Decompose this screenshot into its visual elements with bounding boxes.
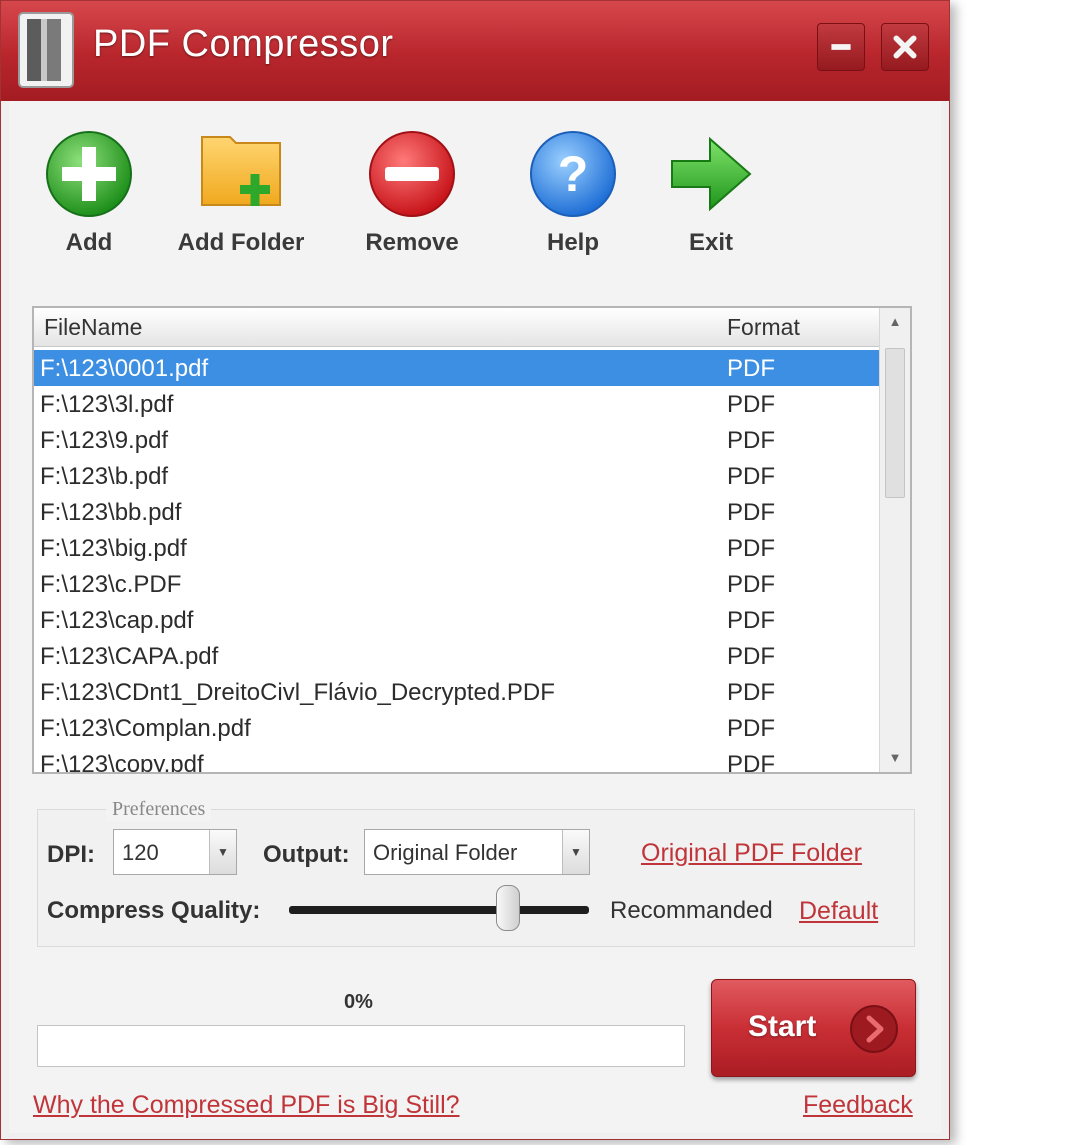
add-label: Add <box>65 229 113 256</box>
quality-hint: Recommanded <box>610 897 773 924</box>
output-value: Original Folder <box>373 840 518 865</box>
column-header-format[interactable]: Format <box>727 314 800 341</box>
table-row[interactable]: F:\123\big.pdf PDF <box>34 530 880 566</box>
table-row[interactable]: F:\123\Complan.pdf PDF <box>34 710 880 746</box>
close-icon <box>893 35 917 59</box>
chevron-down-icon[interactable]: ▼ <box>209 830 236 874</box>
output-label: Output: <box>263 841 350 868</box>
file-format-cell: PDF <box>727 535 775 562</box>
table-row[interactable]: F:\123\bb.pdf PDF <box>34 494 880 530</box>
help-icon: ? <box>530 131 616 217</box>
vertical-scrollbar[interactable]: ▲ ▼ <box>879 308 910 772</box>
add-icon <box>46 131 132 217</box>
file-name-cell: F:\123\CDnt1_DreitoCivl_Flávio_Decrypted… <box>40 679 555 706</box>
table-row[interactable]: F:\123\copy.pdf PDF <box>34 746 880 774</box>
file-format-cell: PDF <box>727 463 775 490</box>
default-link[interactable]: Default <box>799 897 878 926</box>
window-title: PDF Compressor <box>93 23 394 65</box>
table-row[interactable]: F:\123\b.pdf PDF <box>34 458 880 494</box>
add-folder-icon <box>201 136 281 206</box>
svg-text:?: ? <box>558 146 589 202</box>
exit-icon <box>671 136 752 212</box>
help-button[interactable]: ? Help <box>493 129 653 279</box>
output-select[interactable]: Original Folder ▼ <box>364 829 590 875</box>
file-name-cell: F:\123\CAPA.pdf <box>40 643 219 670</box>
file-name-cell: F:\123\b.pdf <box>40 463 169 490</box>
file-format-cell: PDF <box>727 499 775 526</box>
file-name-cell: F:\123\copy.pdf <box>40 751 204 774</box>
remove-label: Remove <box>365 229 459 256</box>
compress-quality-label: Compress Quality: <box>47 897 261 924</box>
add-folder-button[interactable]: Add Folder <box>161 129 321 279</box>
dpi-select[interactable]: 120 ▼ <box>113 829 237 875</box>
file-name-cell: F:\123\bb.pdf <box>40 499 182 526</box>
file-format-cell: PDF <box>727 391 775 418</box>
quality-slider-thumb[interactable] <box>496 885 520 931</box>
file-name-cell: F:\123\c.PDF <box>40 571 182 598</box>
title-bar[interactable]: PDF Compressor <box>1 1 949 101</box>
file-format-cell: PDF <box>727 751 775 774</box>
dpi-label: DPI: <box>47 841 95 868</box>
add-folder-label: Add Folder <box>177 229 305 256</box>
list-rows: F:\123\0001.pdf PDF F:\123\3l.pdf PDF F:\123… <box>34 350 880 774</box>
file-name-cell: F:\123\9.pdf <box>40 427 169 454</box>
quality-slider-track[interactable] <box>289 906 589 914</box>
add-button[interactable]: Add <box>9 129 169 279</box>
minimize-button[interactable] <box>817 23 865 71</box>
remove-icon <box>369 131 455 217</box>
table-row[interactable]: F:\123\0001.pdf PDF <box>34 350 880 386</box>
file-format-cell: PDF <box>727 643 775 670</box>
app-window: PDF Compressor Add Add Folder Remove ? H… <box>0 0 950 1140</box>
file-name-cell: F:\123\cap.pdf <box>40 607 194 634</box>
close-button[interactable] <box>881 23 929 71</box>
file-name-cell: F:\123\0001.pdf <box>40 355 209 382</box>
file-name-cell: F:\123\big.pdf <box>40 535 187 562</box>
file-format-cell: PDF <box>727 571 775 598</box>
list-header: FileName Format <box>34 308 880 347</box>
dpi-value: 120 <box>122 840 159 865</box>
exit-label: Exit <box>688 229 733 256</box>
start-label: Start <box>748 1010 817 1043</box>
start-button[interactable]: Start <box>711 979 916 1077</box>
scroll-thumb[interactable] <box>885 348 905 498</box>
minimize-icon <box>831 44 851 50</box>
table-row[interactable]: F:\123\CDnt1_DreitoCivl_Flávio_Decrypted… <box>34 674 880 710</box>
table-row[interactable]: F:\123\CAPA.pdf PDF <box>34 638 880 674</box>
progress-percent: 0% <box>344 991 373 1013</box>
file-format-cell: PDF <box>727 715 775 742</box>
chevron-down-icon[interactable]: ▼ <box>562 830 589 874</box>
table-row[interactable]: F:\123\c.PDF PDF <box>34 566 880 602</box>
why-big-link[interactable]: Why the Compressed PDF is Big Still? <box>33 1091 460 1120</box>
app-logo-icon <box>18 12 74 88</box>
client-area: Add Add Folder Remove ? Help Exit FileNa… <box>9 101 941 1133</box>
table-row[interactable]: F:\123\cap.pdf PDF <box>34 602 880 638</box>
progress-bar <box>37 1025 685 1067</box>
file-format-cell: PDF <box>727 427 775 454</box>
file-name-cell: F:\123\3l.pdf <box>40 391 174 418</box>
file-format-cell: PDF <box>727 607 775 634</box>
scroll-up-icon[interactable]: ▲ <box>880 308 910 336</box>
exit-button[interactable]: Exit <box>631 129 791 279</box>
table-row[interactable]: F:\123\3l.pdf PDF <box>34 386 880 422</box>
start-arrow-icon <box>850 1005 898 1053</box>
help-label: Help <box>546 229 599 256</box>
original-folder-link[interactable]: Original PDF Folder <box>641 839 862 868</box>
file-name-cell: F:\123\Complan.pdf <box>40 715 251 742</box>
preferences-legend: Preferences <box>106 798 212 821</box>
file-format-cell: PDF <box>727 355 775 382</box>
table-row[interactable]: F:\123\9.pdf PDF <box>34 422 880 458</box>
file-format-cell: PDF <box>727 679 775 706</box>
feedback-link[interactable]: Feedback <box>803 1091 913 1120</box>
column-header-filename[interactable]: FileName <box>44 314 142 341</box>
scroll-down-icon[interactable]: ▼ <box>880 744 910 772</box>
remove-button[interactable]: Remove <box>332 129 492 279</box>
file-list[interactable]: FileName Format F:\123\0001.pdf PDF F:\123… <box>32 306 912 774</box>
